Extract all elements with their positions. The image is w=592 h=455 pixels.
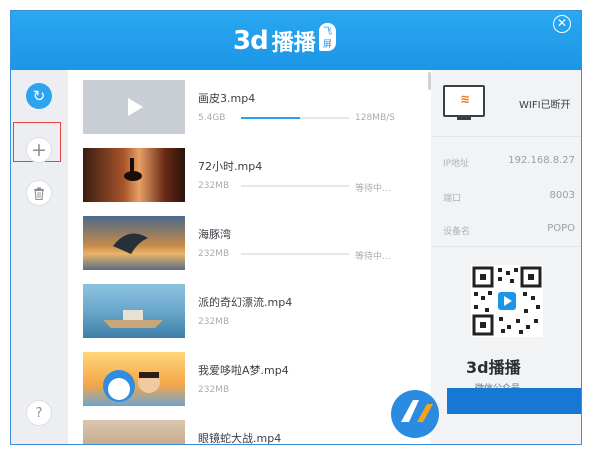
wifi-status: WIFI已断开 bbox=[519, 100, 571, 111]
progress-bar bbox=[241, 117, 349, 119]
thumbnail-art bbox=[103, 310, 163, 328]
logo-3d-text: 3d bbox=[233, 26, 269, 56]
app-window: 3d 播播 飞屏 ✕ ↻ + ? 画皮3.mp4 5.4GB 128MB/S 7… bbox=[10, 10, 582, 445]
wifi-icon: ≋ bbox=[459, 92, 471, 106]
video-thumbnail[interactable] bbox=[83, 352, 185, 406]
video-name: 72小时.mp4 bbox=[198, 160, 263, 173]
device-label: 设备名 bbox=[443, 227, 471, 237]
logo-name-text: 播播 bbox=[271, 31, 316, 56]
progress-fill bbox=[241, 117, 301, 119]
watermark-logo bbox=[391, 390, 439, 438]
video-size: 232MB bbox=[198, 317, 230, 327]
divider bbox=[431, 136, 581, 137]
title-bar: 3d 播播 飞屏 ✕ bbox=[11, 11, 581, 70]
delete-button[interactable] bbox=[26, 180, 52, 206]
video-name: 我爱哆啦A梦.mp4 bbox=[198, 364, 289, 377]
video-name: 画皮3.mp4 bbox=[198, 92, 256, 105]
port-value: 8003 bbox=[549, 190, 575, 201]
video-thumbnail[interactable] bbox=[83, 420, 185, 444]
list-item[interactable]: 我爱哆啦A梦.mp4 232MB bbox=[83, 352, 423, 406]
video-size: 232MB bbox=[198, 385, 230, 395]
video-size: 232MB bbox=[198, 181, 230, 191]
refresh-icon: ↻ bbox=[32, 87, 46, 105]
list-item[interactable]: 眼镜蛇大战.mp4 bbox=[83, 420, 423, 445]
video-size: 5.4GB bbox=[198, 113, 226, 123]
video-status: 等待中... bbox=[355, 184, 391, 194]
question-icon: ? bbox=[35, 405, 43, 421]
app-logo: 3d 播播 飞屏 bbox=[233, 23, 337, 57]
progress-bar bbox=[241, 185, 349, 187]
close-button[interactable]: ✕ bbox=[553, 15, 571, 33]
video-name: 眼镜蛇大战.mp4 bbox=[198, 432, 282, 445]
video-name: 派的奇幻漂流.mp4 bbox=[198, 296, 293, 309]
list-item[interactable]: 海豚湾 232MB 等待中... bbox=[83, 216, 423, 270]
video-name: 海豚湾 bbox=[198, 228, 231, 241]
sidebar: ↻ + ? bbox=[11, 70, 68, 444]
video-size: 232MB bbox=[198, 249, 230, 259]
close-icon: ✕ bbox=[556, 16, 568, 30]
video-thumbnail[interactable] bbox=[83, 80, 185, 134]
tv-stand bbox=[457, 117, 471, 120]
help-button[interactable]: ? bbox=[26, 400, 52, 426]
add-button[interactable]: + bbox=[26, 137, 52, 163]
port-label: 端口 bbox=[443, 194, 462, 204]
tv-icon: ≋ bbox=[443, 85, 485, 117]
thumbnail-art bbox=[113, 233, 148, 254]
progress-bar bbox=[241, 253, 349, 255]
video-status: 128MB/S bbox=[355, 113, 395, 123]
site-watermark bbox=[387, 384, 592, 455]
watermark-banner bbox=[447, 388, 581, 414]
thumbnail-art bbox=[124, 158, 142, 181]
qr-code-graphic bbox=[471, 265, 543, 337]
ip-value: 192.168.8.27 bbox=[508, 155, 575, 166]
ip-label: IP地址 bbox=[443, 159, 470, 169]
list-item[interactable]: 72小时.mp4 232MB 等待中... bbox=[83, 148, 423, 202]
video-thumbnail[interactable] bbox=[83, 148, 185, 202]
video-thumbnail[interactable] bbox=[83, 216, 185, 270]
play-icon bbox=[128, 98, 143, 116]
video-status: 等待中... bbox=[355, 252, 391, 262]
qr-code bbox=[471, 265, 543, 337]
video-list: 画皮3.mp4 5.4GB 128MB/S 72小时.mp4 232MB 等待中… bbox=[68, 70, 431, 445]
qr-logo-text: 3d播播 bbox=[466, 358, 521, 377]
list-item[interactable]: 画皮3.mp4 5.4GB 128MB/S bbox=[83, 80, 423, 134]
list-item[interactable]: 派的奇幻漂流.mp4 232MB bbox=[83, 284, 423, 338]
divider bbox=[431, 246, 581, 247]
trash-icon bbox=[34, 187, 44, 200]
video-thumbnail[interactable] bbox=[83, 284, 185, 338]
plus-icon: + bbox=[31, 139, 47, 161]
device-value: POPO bbox=[547, 223, 575, 234]
logo-badge: 飞屏 bbox=[319, 23, 337, 51]
thumbnail-art bbox=[103, 370, 160, 402]
refresh-button[interactable]: ↻ bbox=[26, 83, 52, 109]
